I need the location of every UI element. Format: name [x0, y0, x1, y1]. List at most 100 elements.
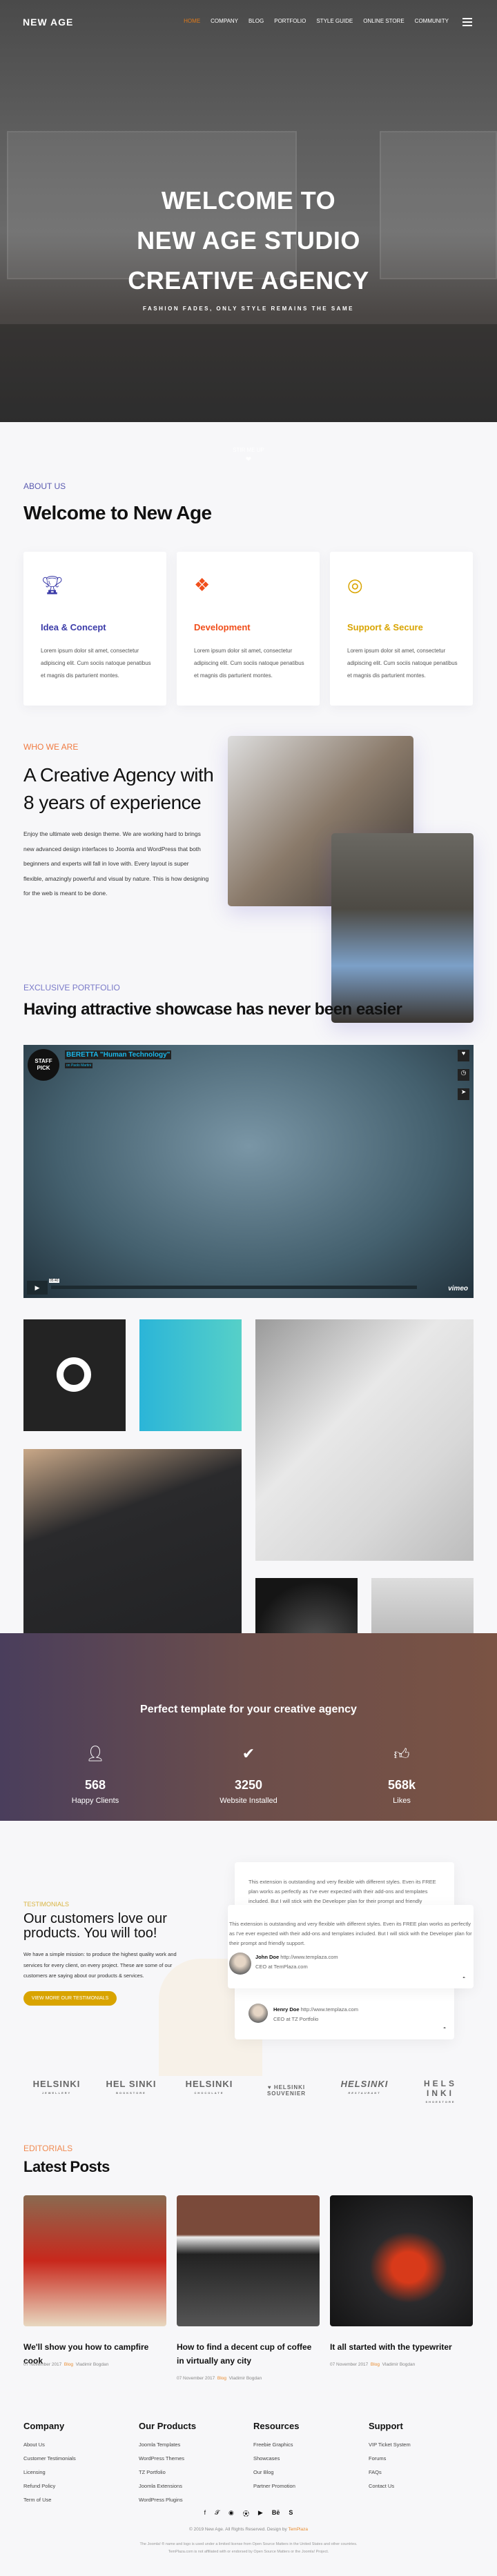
hero-title-line: NEW AGE STUDIO [137, 226, 360, 254]
footer-link[interactable]: WordPress Plugins [139, 2493, 196, 2507]
testimonials-heading: Our customers love our products. You wil… [23, 1911, 167, 1941]
youtube-icon[interactable]: ▶ [258, 2509, 263, 2518]
feature-card: ❖ Development Lorem ipsum dolor sit amet… [177, 552, 320, 706]
portfolio-label: EXCLUSIVE PORTFOLIO [23, 983, 120, 992]
footer-link[interactable]: Joomla Extensions [139, 2479, 196, 2493]
quote-icon: “ [462, 1975, 465, 1981]
brand-logo: HELSINKI JEWELLERY [32, 2079, 81, 2095]
scroll-down-link[interactable]: STIR ME UP ❤ [0, 447, 497, 463]
post-title[interactable]: It all started with the typewriter [330, 2340, 473, 2354]
site-logo[interactable]: NEW AGE [23, 17, 73, 28]
check-icon: ✔ [242, 1745, 255, 1762]
behance-icon[interactable]: Bē [272, 2509, 280, 2518]
dribbble-icon[interactable]: ⚽︎ [243, 2509, 249, 2518]
footer-column-support: Support VIP Ticket System Forums FAQs Co… [369, 2421, 411, 2493]
footer-link[interactable]: Freebie Graphics [253, 2438, 299, 2452]
skype-icon[interactable]: S [289, 2509, 293, 2518]
stats-heading: Perfect template for your creative agenc… [140, 1704, 357, 1715]
like-icon[interactable]: ♥ [458, 1050, 469, 1061]
footer-link[interactable]: Forums [369, 2452, 411, 2466]
testimonials-text: We have a simple mission: to produce the… [23, 1951, 177, 1979]
share-icon[interactable]: ➤ [458, 1088, 469, 1100]
author-name: Henry Doe [273, 2006, 300, 2013]
portfolio-heading: Having attractive showcase has never bee… [23, 1000, 402, 1019]
feature-card: 🏆︎ Idea & Concept Lorem ipsum dolor sit … [23, 552, 166, 706]
footer-link[interactable]: About Us [23, 2438, 76, 2452]
footer-link[interactable]: FAQs [369, 2466, 411, 2479]
portfolio-item[interactable] [23, 1319, 126, 1431]
author-url[interactable]: http://www.templaza.com [301, 2006, 358, 2013]
stat-value: 568 [84, 1778, 106, 1792]
card-title: Development [194, 622, 251, 632]
stat-value: 3250 [234, 1778, 263, 1792]
avatar [229, 1953, 251, 1975]
footer-link[interactable]: VIP Ticket System [369, 2438, 411, 2452]
footer-link[interactable]: Showcases [253, 2452, 299, 2466]
footer-link[interactable]: Refund Policy [23, 2479, 76, 2493]
main-nav: HOME COMPANY BLOG PORTFOLIO STYLE GUIDE … [184, 18, 449, 24]
card-title: Support & Secure [347, 622, 423, 632]
post-image[interactable] [177, 2195, 320, 2326]
footer-link[interactable]: Licensing [23, 2466, 76, 2479]
footer-heading: Our Products [139, 2421, 197, 2431]
hero-title-line: CREATIVE AGENCY [128, 266, 369, 294]
footer-link[interactable]: Contact Us [369, 2479, 411, 2493]
testimonial-card: This extension is outstanding and very f… [228, 1905, 474, 1988]
staff-pick-badge: STAFF PICK [28, 1049, 59, 1081]
nav-online-store[interactable]: ONLINE STORE [363, 18, 404, 24]
footer-link[interactable]: Customer Testimonials [23, 2452, 76, 2466]
brand-logo: HELSINKI RESTAURANT [340, 2079, 389, 2095]
clock-icon[interactable]: ◷ [458, 1069, 469, 1081]
post-meta: 07 November 2017 Blog Vladimir Bogdan [23, 2362, 109, 2367]
twitter-icon[interactable]: 𝓣 [215, 2509, 220, 2518]
video-player[interactable]: STAFF PICK BERETTA "Human Technology" on… [23, 1045, 474, 1298]
nav-blog[interactable]: BLOG [248, 18, 264, 24]
footer-column-resources: Resources Freebie Graphics Showcases Our… [253, 2421, 299, 2493]
nav-portfolio[interactable]: PORTFOLIO [274, 18, 306, 24]
post-title[interactable]: How to find a decent cup of coffee in vi… [177, 2340, 320, 2368]
social-links: f 𝓣 ◉ ⚽︎ ▶ Bē S [0, 2509, 497, 2518]
nav-company[interactable]: COMPANY [211, 18, 238, 24]
posts-label: EDITORIALS [23, 2144, 73, 2153]
github-icon[interactable]: ◉ [228, 2509, 234, 2518]
avatar [248, 2004, 268, 2023]
heart-icon: ❤ [245, 456, 252, 463]
facebook-icon[interactable]: f [204, 2509, 206, 2518]
progress-bar[interactable] [51, 1286, 417, 1289]
nav-home[interactable]: HOME [184, 18, 200, 24]
portrait-photo [331, 833, 474, 1023]
video-title[interactable]: BERETTA "Human Technology" [65, 1050, 172, 1059]
nav-community[interactable]: COMMUNITY [415, 18, 449, 24]
footer-link[interactable]: Partner Promotion [253, 2479, 299, 2493]
card-text: Lorem ipsum dolor sit amet, consectetur … [347, 648, 458, 679]
stat-value: 568k [387, 1778, 416, 1792]
post-image[interactable] [23, 2195, 166, 2326]
post-meta: 07 November 2017 Blog Vladimir Bogdan [177, 2376, 262, 2381]
heart-icon: ♥ [267, 2084, 274, 2090]
about-heading: Welcome to New Age [23, 502, 212, 523]
play-icon[interactable]: ▶ [27, 1281, 48, 1295]
author-role: CEO at TemPlaza.com [255, 1964, 308, 1970]
menu-icon[interactable] [462, 18, 472, 26]
codepen-icon: ❖ [194, 575, 211, 595]
footer-link[interactable]: Joomla Templates [139, 2438, 196, 2452]
footer-link[interactable]: Our Blog [253, 2466, 299, 2479]
video-byline[interactable]: on Paolo Martini [65, 1063, 93, 1068]
quote-icon: “ [443, 2026, 446, 2032]
footer-link[interactable]: Term of Use [23, 2493, 76, 2507]
portfolio-item[interactable] [139, 1319, 242, 1431]
author-name: John Doe [255, 1954, 280, 1960]
about-label: ABOUT US [23, 481, 66, 491]
portfolio-item[interactable] [255, 1319, 474, 1561]
vimeo-logo[interactable]: vimeo [448, 1285, 468, 1292]
author-url[interactable]: http://www.templaza.com [280, 1954, 338, 1960]
life-ring-icon: ◎ [347, 575, 363, 595]
footer-link[interactable]: WordPress Themes [139, 2452, 196, 2466]
footer-link[interactable]: TZ Portfolio [139, 2466, 196, 2479]
designer-link[interactable]: TemPlaza [288, 2527, 308, 2532]
post-image[interactable] [330, 2195, 473, 2326]
brand-logo: HELSINKI CHOCOLATE [185, 2079, 233, 2095]
nav-style-guide[interactable]: STYLE GUIDE [316, 18, 353, 24]
view-testimonials-button[interactable]: VIEW MORE OUR TESTIMONIALS [23, 1991, 117, 2006]
brand-logo: HELS INKI SHOESTORE [423, 2079, 457, 2104]
